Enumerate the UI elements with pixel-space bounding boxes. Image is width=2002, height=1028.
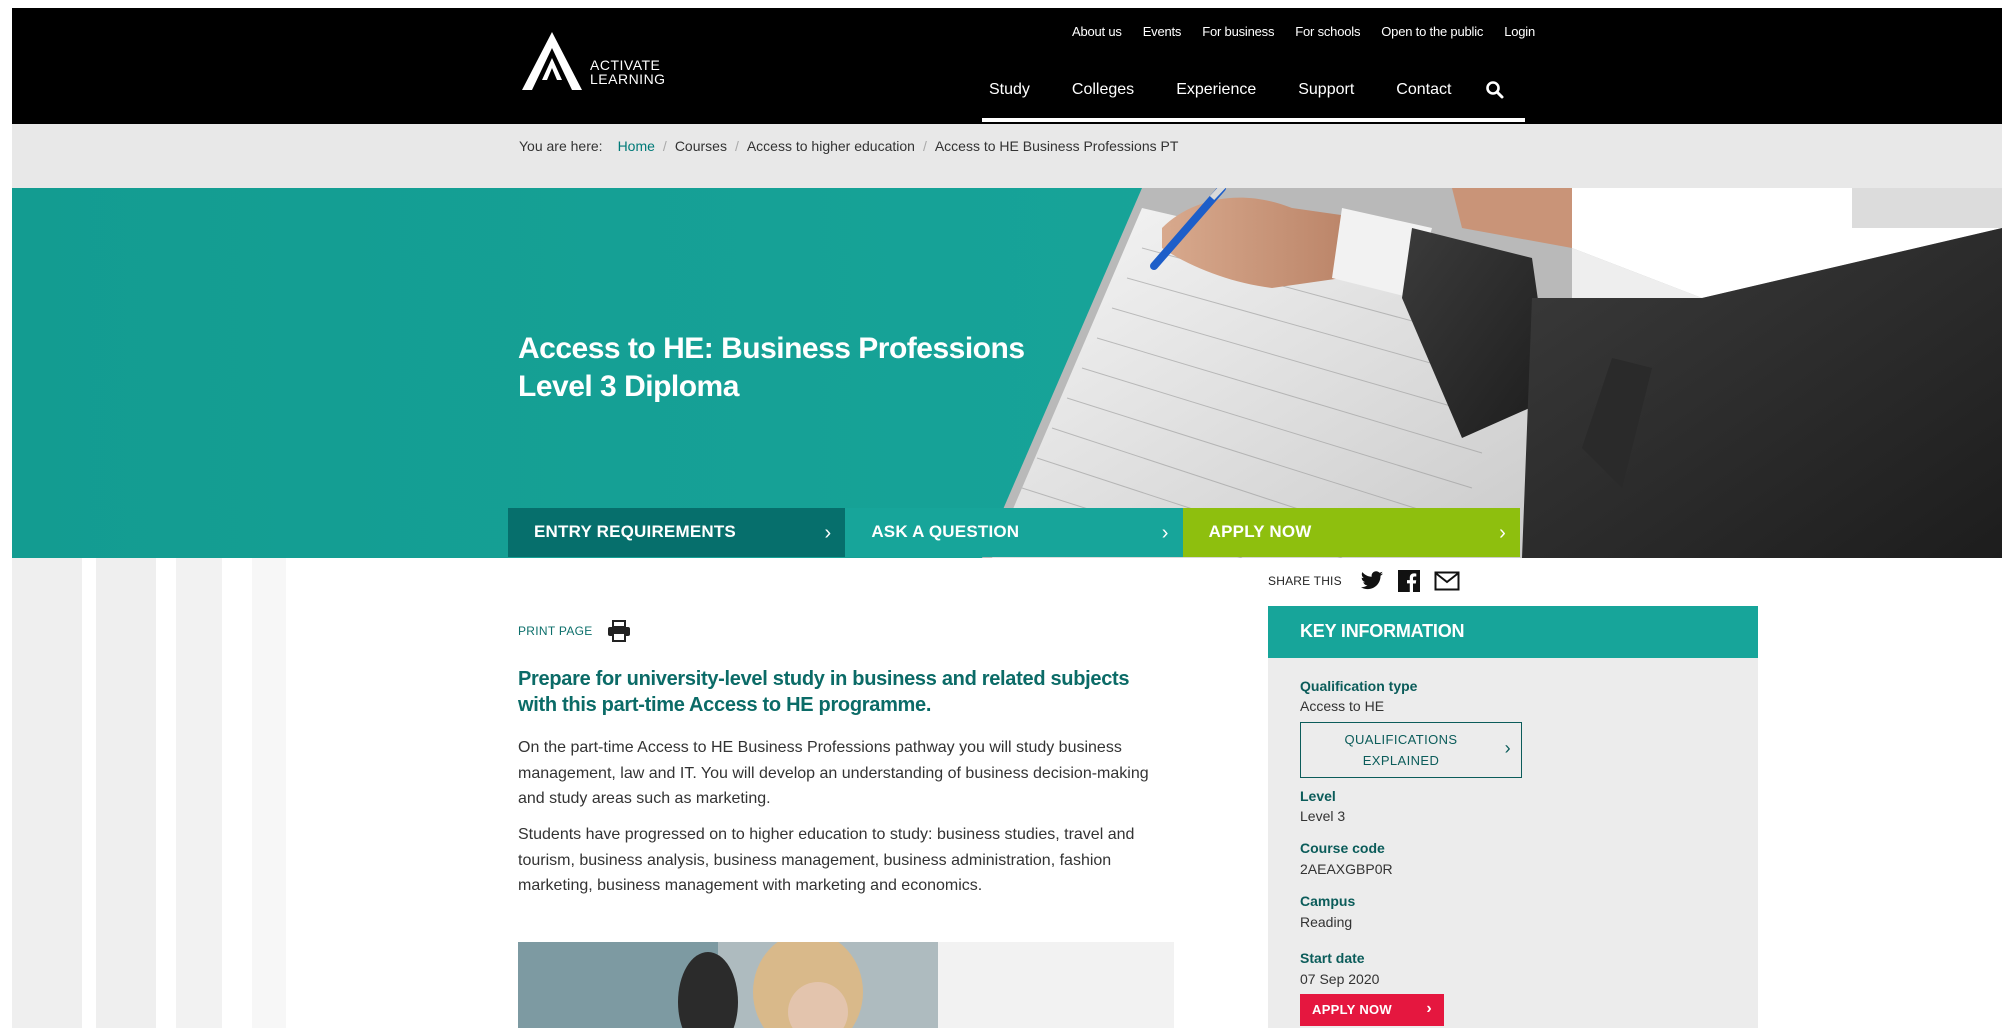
logo-text-line1: ACTIVATE bbox=[590, 57, 661, 73]
decorative-stripe bbox=[176, 558, 222, 1028]
breadcrumb-access-higher-education[interactable]: Access to higher education bbox=[747, 138, 915, 154]
qualifications-explained-label: QUALIFICATIONS EXPLAINED bbox=[1344, 732, 1458, 768]
campus-label: Campus bbox=[1300, 893, 1356, 909]
logo-text-line2: LEARNING bbox=[590, 71, 666, 87]
chevron-right-icon: › bbox=[1426, 1000, 1432, 1017]
print-page-label: PRINT PAGE bbox=[518, 624, 593, 638]
decorative-stripe bbox=[252, 558, 286, 1028]
apply-now-label: APPLY NOW bbox=[1208, 522, 1312, 541]
decorative-stripe bbox=[96, 558, 156, 1028]
entry-requirements-button[interactable]: ENTRY REQUIREMENTS › bbox=[508, 508, 846, 557]
breadcrumb-separator: / bbox=[734, 138, 739, 154]
level-label: Level bbox=[1300, 788, 1336, 804]
qualifications-explained-button[interactable]: QUALIFICATIONS EXPLAINED › bbox=[1300, 722, 1522, 778]
nav-underline bbox=[982, 118, 1525, 122]
util-nav-for-schools[interactable]: For schools bbox=[1295, 24, 1360, 39]
apply-now-button[interactable]: APPLY NOW › bbox=[1182, 508, 1520, 557]
breadcrumb-bar: You are here: Home / Courses / Access to… bbox=[12, 124, 2002, 188]
breadcrumb: You are here: Home / Courses / Access to… bbox=[519, 138, 1178, 154]
chevron-right-icon: › bbox=[824, 522, 832, 544]
start-date-label: Start date bbox=[1300, 950, 1365, 966]
util-nav-open-to-public[interactable]: Open to the public bbox=[1381, 24, 1483, 39]
breadcrumb-separator: / bbox=[922, 138, 927, 154]
decorative-stripe bbox=[12, 558, 82, 1028]
breadcrumb-current: Access to HE Business Professions PT bbox=[934, 138, 1179, 154]
logo-text: ACTIVATE LEARNING bbox=[590, 58, 666, 86]
start-date-value: 07 Sep 2020 bbox=[1300, 971, 1380, 987]
main-nav: Study Colleges Experience Support Contac… bbox=[989, 80, 1505, 100]
cta-bar: ENTRY REQUIREMENTS › ASK A QUESTION › AP… bbox=[508, 508, 1520, 557]
qualification-type-label: Qualification type bbox=[1300, 678, 1418, 694]
chevron-right-icon: › bbox=[1499, 522, 1506, 544]
entry-requirements-label: ENTRY REQUIREMENTS bbox=[534, 522, 736, 541]
facebook-icon[interactable] bbox=[1397, 570, 1420, 592]
ask-question-label: ASK A QUESTION bbox=[871, 522, 1020, 541]
course-progression-paragraph: Students have progressed on to higher ed… bbox=[518, 826, 1135, 894]
main-nav-study[interactable]: Study bbox=[989, 81, 1030, 99]
course-description-paragraph: On the part-time Access to HE Business P… bbox=[518, 739, 1149, 807]
util-nav-events[interactable]: Events bbox=[1143, 24, 1182, 39]
course-intro: Prepare for university-level study in bu… bbox=[518, 668, 1130, 716]
main-nav-contact[interactable]: Contact bbox=[1396, 81, 1451, 99]
chevron-right-icon: › bbox=[1504, 738, 1511, 758]
campus-value: Reading bbox=[1300, 914, 1353, 930]
student-photo-graphic bbox=[518, 942, 1174, 1028]
main-nav-colleges[interactable]: Colleges bbox=[1072, 81, 1134, 99]
share-label: SHARE THIS bbox=[1268, 574, 1342, 588]
main-nav-support[interactable]: Support bbox=[1298, 81, 1354, 99]
page-title: Access to HE: Business Professions Level… bbox=[518, 332, 1025, 403]
hero-banner: Access to HE: Business Professions Level… bbox=[12, 188, 2002, 558]
breadcrumb-separator: / bbox=[662, 138, 667, 154]
logo-mark-icon bbox=[522, 32, 582, 90]
apply-now-small-button[interactable]: APPLY NOW › bbox=[1300, 994, 1444, 1026]
printer-icon bbox=[607, 620, 630, 642]
twitter-icon[interactable] bbox=[1360, 571, 1384, 591]
breadcrumb-prefix: You are here: bbox=[519, 138, 603, 154]
share-bar: SHARE THIS bbox=[1268, 570, 1474, 592]
level-value: Level 3 bbox=[1300, 808, 1346, 824]
util-nav-login[interactable]: Login bbox=[1504, 24, 1535, 39]
ask-question-button[interactable]: ASK A QUESTION › bbox=[845, 508, 1183, 557]
qualification-type-value: Access to HE bbox=[1300, 698, 1385, 714]
site-header: ACTIVATE LEARNING About us Events For bu… bbox=[12, 8, 2002, 124]
course-code-label: Course code bbox=[1300, 840, 1385, 856]
student-photo bbox=[518, 942, 1174, 1028]
main-nav-experience[interactable]: Experience bbox=[1176, 81, 1256, 99]
key-information-title: KEY INFORMATION bbox=[1268, 606, 1758, 658]
course-code-value: 2AEAXGBP0R bbox=[1300, 861, 1393, 877]
breadcrumb-courses[interactable]: Courses bbox=[675, 138, 727, 154]
email-icon[interactable] bbox=[1434, 571, 1460, 591]
print-page-button[interactable]: PRINT PAGE bbox=[518, 620, 631, 642]
util-nav-for-business[interactable]: For business bbox=[1202, 24, 1274, 39]
breadcrumb-home[interactable]: Home bbox=[618, 138, 655, 154]
util-nav-about-us[interactable]: About us bbox=[1072, 24, 1122, 39]
activate-learning-logo[interactable]: ACTIVATE LEARNING bbox=[520, 28, 680, 98]
search-icon[interactable] bbox=[1485, 80, 1505, 100]
chevron-right-icon: › bbox=[1161, 522, 1169, 544]
apply-now-small-label: APPLY NOW bbox=[1312, 1002, 1392, 1017]
key-information-panel: KEY INFORMATION Qualification type Acces… bbox=[1268, 606, 1758, 1028]
utility-nav: About us Events For business For schools… bbox=[1072, 24, 1535, 39]
